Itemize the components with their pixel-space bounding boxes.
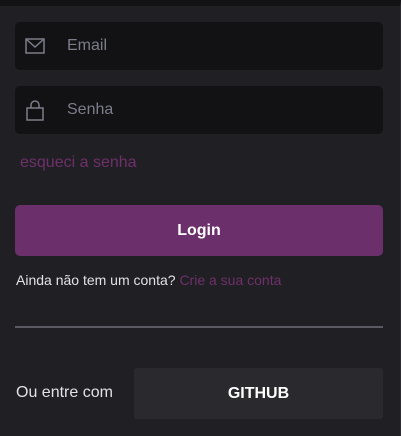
- password-field[interactable]: [15, 86, 383, 134]
- password-input[interactable]: [67, 101, 383, 119]
- signup-prompt: Ainda não tem um conta? Crie a sua conta: [16, 272, 281, 288]
- lock-icon: [25, 100, 45, 121]
- email-input[interactable]: [67, 37, 383, 55]
- signup-prompt-text: Ainda não tem um conta?: [16, 272, 180, 288]
- forgot-password-link[interactable]: esqueci a senha: [20, 154, 137, 172]
- login-button[interactable]: Login: [15, 205, 383, 256]
- alternative-login-label: Ou entre com: [16, 384, 113, 401]
- email-field[interactable]: [15, 22, 383, 70]
- divider: [15, 326, 383, 328]
- create-account-link[interactable]: Crie a sua conta: [179, 272, 281, 288]
- github-login-button[interactable]: GITHUB: [134, 368, 383, 419]
- mail-icon: [25, 36, 45, 56]
- login-form-panel: esqueci a senha Login Ainda não tem um c…: [0, 0, 401, 436]
